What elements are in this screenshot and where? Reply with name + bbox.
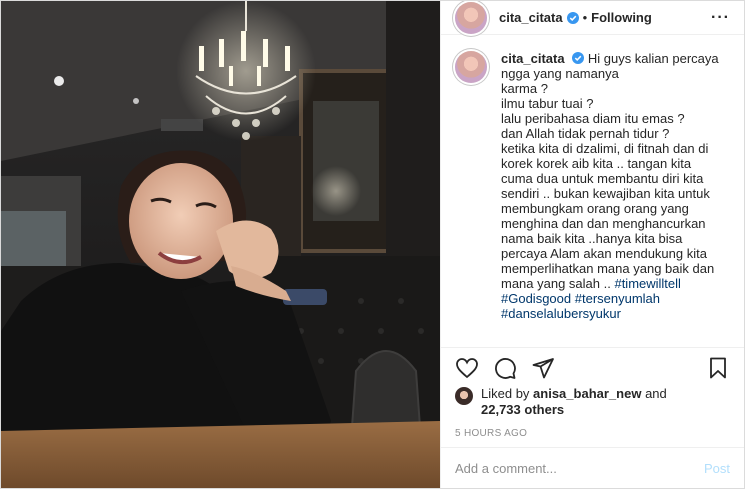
post-header: cita_citata • Following ··· bbox=[441, 1, 744, 35]
comment-bubble-icon[interactable] bbox=[493, 356, 517, 380]
caption-line: korek korek aib kita .. tangan kita bbox=[501, 156, 692, 171]
caption-verified-badge-icon bbox=[572, 52, 585, 64]
save-bookmark-icon[interactable] bbox=[706, 356, 730, 380]
likes-text: Liked by anisa_bahar_new and 22,733 othe… bbox=[481, 386, 667, 418]
author-avatar[interactable] bbox=[455, 1, 487, 34]
header-separator: • bbox=[582, 10, 588, 25]
caption-text: cita_citata Hi guys kalian percaya ngga … bbox=[501, 51, 729, 321]
hashtag-line: #Godisgood #tersenyumlah bbox=[501, 291, 729, 306]
caption-line: percaya Alam akan mendukung kita bbox=[501, 246, 707, 261]
share-send-icon[interactable] bbox=[531, 356, 555, 380]
following-button[interactable]: Following bbox=[591, 10, 652, 25]
caption: cita_citata Hi guys kalian percaya ngga … bbox=[455, 51, 730, 321]
more-options-icon[interactable]: ··· bbox=[711, 9, 730, 27]
author-username[interactable]: cita_citata bbox=[499, 10, 563, 25]
caption-author-avatar[interactable] bbox=[455, 51, 487, 83]
post-actions: Liked by anisa_bahar_new and 22,733 othe… bbox=[441, 347, 744, 447]
caption-line-text: mana yang salah .. bbox=[501, 276, 615, 291]
likes-summary: Liked by anisa_bahar_new and 22,733 othe… bbox=[455, 386, 730, 418]
likes-and: and bbox=[645, 386, 667, 401]
post-photo-image bbox=[1, 1, 440, 488]
caption-line: memperlihatkan mana yang baik dan bbox=[501, 261, 715, 276]
post-side-panel: cita_citata • Following ··· cita_citata … bbox=[440, 1, 744, 488]
caption-line: ngga yang namanya bbox=[501, 66, 619, 81]
comment-input[interactable]: Add a comment... bbox=[455, 461, 704, 476]
caption-line: lalu peribahasa diam itu emas ? bbox=[501, 111, 685, 126]
hashtag-link[interactable]: #timewilltell bbox=[614, 276, 680, 291]
hashtag-link[interactable]: #Godisgood bbox=[501, 291, 571, 306]
post-comment-button[interactable]: Post bbox=[704, 461, 730, 476]
caption-line: ketika kita di dzalimi, di fitnah dan di bbox=[501, 141, 709, 156]
liker-username[interactable]: anisa_bahar_new bbox=[533, 386, 641, 401]
likes-prefix: Liked by bbox=[481, 386, 530, 401]
caption-line: sendiri .. bukan kewajiban kita untuk bbox=[501, 186, 710, 201]
hashtag-link[interactable]: #tersenyumlah bbox=[575, 291, 660, 306]
comments-section: cita_citata Hi guys kalian percaya ngga … bbox=[441, 35, 744, 347]
caption-username[interactable]: cita_citata bbox=[501, 51, 565, 66]
add-comment-bar: Add a comment... Post bbox=[441, 447, 744, 488]
caption-line: ilmu tabur tuai ? bbox=[501, 96, 594, 111]
caption-line: dan Allah tidak pernah tidur ? bbox=[501, 126, 670, 141]
action-icons-row bbox=[455, 350, 730, 386]
caption-line: cuma dua untuk membantu diri kita bbox=[501, 171, 704, 186]
hashtag-link[interactable]: #danselalubersyukur bbox=[501, 306, 621, 321]
verified-badge-icon bbox=[566, 11, 579, 24]
caption-line-last: mana yang salah .. #timewilltell bbox=[501, 276, 729, 291]
like-heart-icon[interactable] bbox=[455, 356, 479, 380]
post-timestamp[interactable]: 5 HOURS AGO bbox=[455, 428, 730, 439]
hashtag-line: #danselalubersyukur bbox=[501, 306, 729, 321]
instagram-post: cita_citata • Following ··· cita_citata … bbox=[0, 0, 745, 489]
caption-line: karma ? bbox=[501, 81, 548, 96]
post-photo[interactable] bbox=[1, 1, 440, 488]
liker-avatar[interactable] bbox=[455, 387, 473, 405]
caption-line: menghina dan dan menghancurkan bbox=[501, 216, 706, 231]
caption-line: Hi guys kalian percaya bbox=[587, 51, 719, 66]
caption-line: membungkam orang orang yang bbox=[501, 201, 689, 216]
caption-line: nama baik kita ..hanya kita bisa bbox=[501, 231, 683, 246]
likes-count[interactable]: 22,733 others bbox=[481, 402, 564, 417]
